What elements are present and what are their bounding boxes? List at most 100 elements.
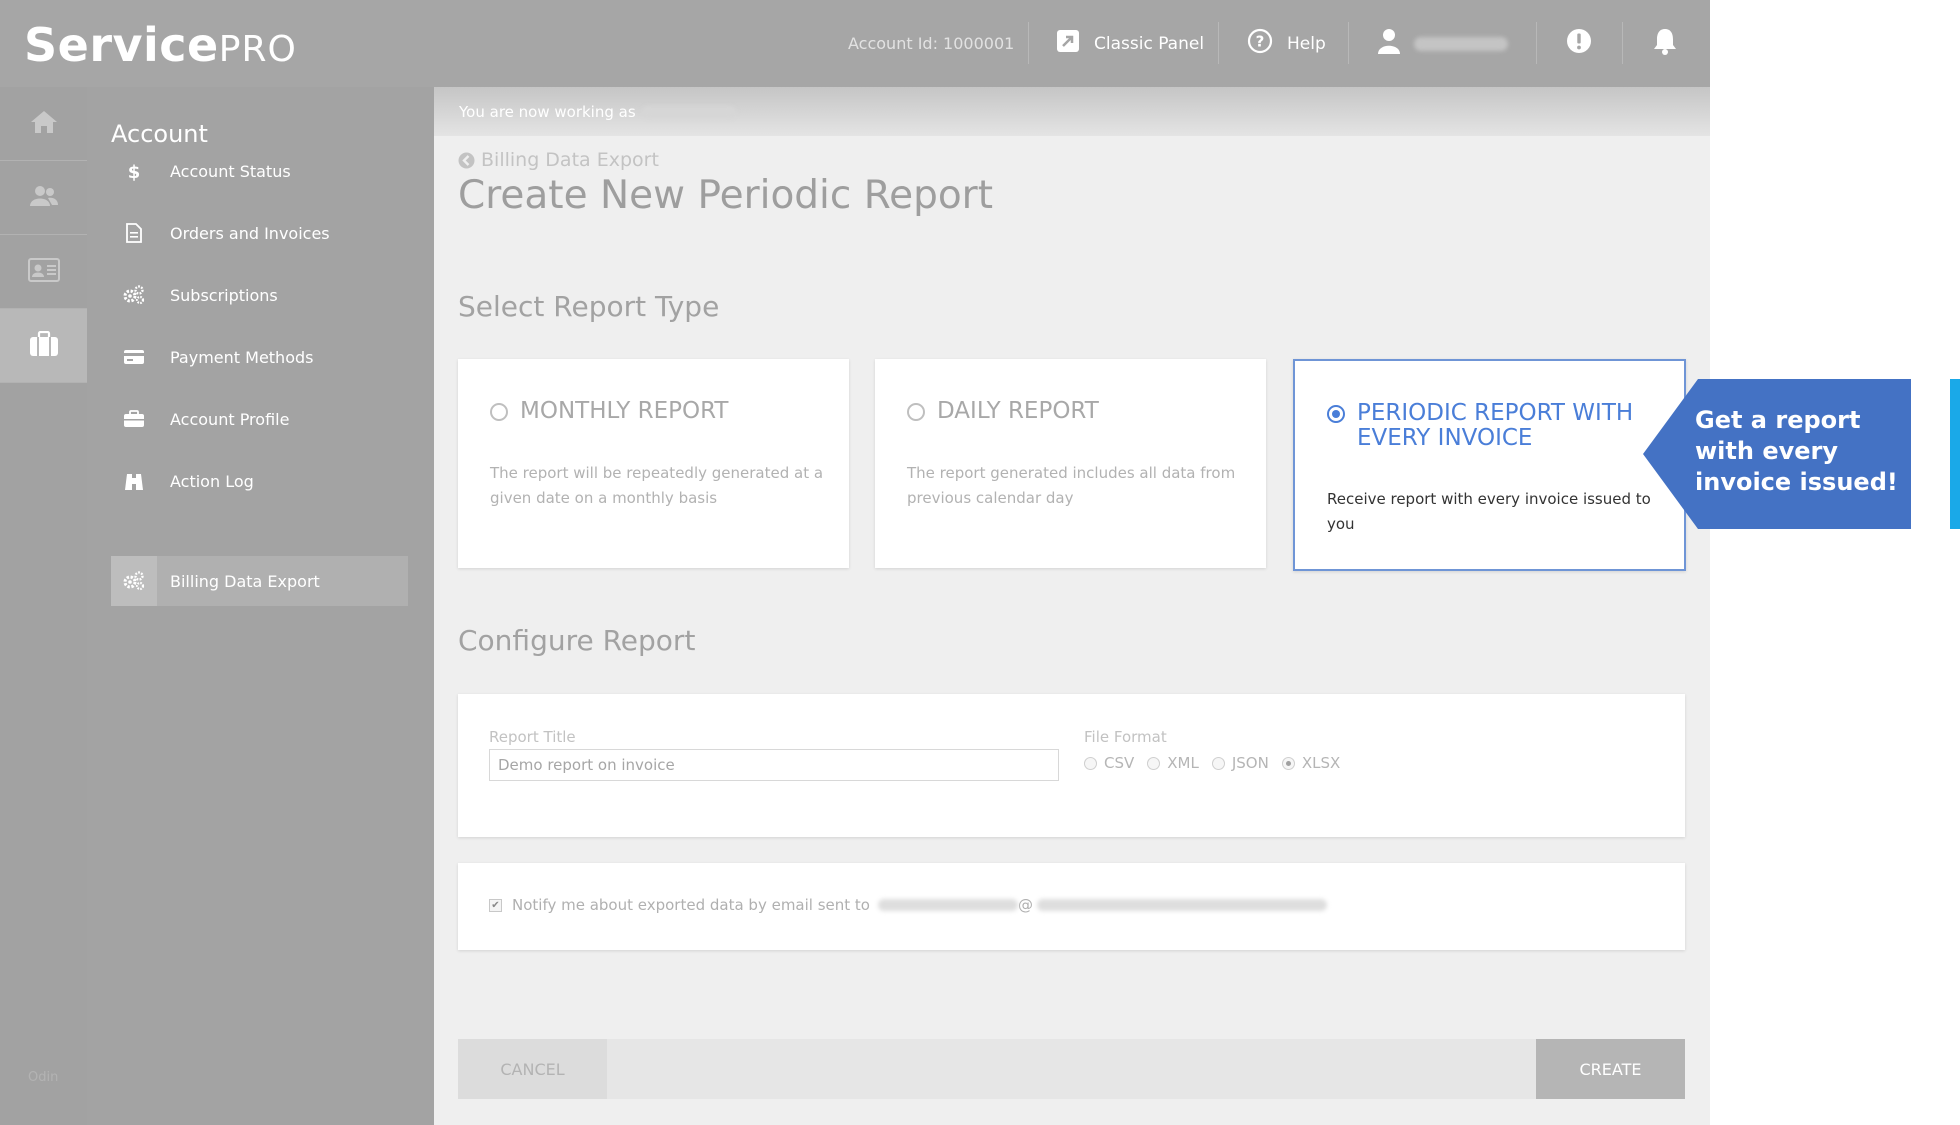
section-title-configure: Configure Report (458, 624, 696, 657)
sidebar-item-label: Account Profile (170, 409, 290, 429)
notify-label: Notify me about exported data by email s… (512, 896, 870, 914)
divider (1218, 22, 1219, 64)
svg-text:$: $ (128, 162, 141, 181)
notify-checkbox[interactable]: ✔ (489, 898, 502, 912)
file-format-label: File Format (1084, 728, 1167, 746)
icon-rail: Odin (0, 87, 87, 1125)
report-title-label: Report Title (489, 728, 576, 746)
rail-users[interactable] (0, 161, 87, 235)
notify-email-option[interactable]: ✔ Notify me about exported data by email… (489, 896, 1327, 914)
file-format-csv[interactable]: CSV (1084, 754, 1134, 772)
gears-icon (111, 270, 157, 320)
briefcase-icon (29, 330, 59, 361)
contact-card-icon (27, 257, 60, 286)
report-type-daily[interactable]: DAILY REPORT The report generated includ… (875, 359, 1266, 568)
configure-report-box: Report Title File Format CSV XML JSON XL… (458, 694, 1685, 837)
bell-icon (1652, 27, 1678, 60)
working-as-name-redacted (641, 105, 736, 118)
sidebar-item-payment-methods[interactable]: Payment Methods (111, 332, 408, 382)
section-title-report-type: Select Report Type (458, 290, 720, 323)
vendor-logo: Odin (28, 1070, 59, 1085)
gears-icon (111, 556, 157, 606)
sidebar-item-label: Billing Data Export (170, 571, 320, 591)
user-name-redacted (1414, 36, 1508, 51)
classic-panel-link[interactable]: Classic Panel (1056, 0, 1204, 87)
sidebar-item-label: Account Status (170, 161, 291, 181)
format-label: XML (1167, 754, 1199, 772)
breadcrumb[interactable]: Billing Data Export (458, 149, 659, 171)
rail-account[interactable] (0, 309, 87, 383)
cancel-button[interactable]: CANCEL (458, 1039, 607, 1099)
report-type-monthly[interactable]: MONTHLY REPORT The report will be repeat… (458, 359, 849, 568)
format-radio[interactable] (1211, 756, 1225, 770)
sidebar-item-action-log[interactable]: Action Log (111, 456, 408, 506)
report-type-radio-selected[interactable] (1327, 405, 1345, 423)
page-title: Create New Periodic Report (458, 173, 994, 218)
logo[interactable]: ServicePRO (24, 18, 297, 72)
breadcrumb-label: Billing Data Export (481, 149, 659, 171)
sidebar-title: Account (111, 120, 208, 148)
email-at-sign: @ (1018, 896, 1033, 914)
email-domain-redacted (1037, 899, 1327, 911)
file-format-xlsx[interactable]: XLSX (1281, 754, 1341, 772)
report-type-radio[interactable] (907, 403, 925, 421)
format-label: XLSX (1301, 754, 1341, 772)
format-label: JSON (1231, 754, 1269, 772)
logo-main: Service (24, 18, 219, 72)
email-user-redacted (878, 899, 1018, 911)
divider (1536, 22, 1537, 64)
sidebar-item-subscriptions[interactable]: Subscriptions (111, 270, 408, 320)
sidebar-item-account-status[interactable]: $ Account Status (111, 146, 408, 196)
dollar-icon: $ (111, 146, 157, 196)
classic-panel-label: Classic Panel (1094, 33, 1205, 54)
main-content: You are now working as Billing Data Expo… (434, 87, 1710, 1125)
report-type-title: PERIODIC REPORT WITH EVERY INVOICE (1357, 400, 1634, 451)
divider (1622, 22, 1623, 64)
accent-bar (1950, 379, 1960, 529)
sidebar-item-label: Subscriptions (170, 285, 278, 305)
report-type-description: The report will be repeatedly generated … (490, 464, 824, 507)
app-window: ServicePRO Account Id: 1000001 Classic P… (0, 0, 1710, 1125)
format-label: CSV (1104, 754, 1135, 772)
file-format-xml[interactable]: XML (1147, 754, 1199, 772)
users-icon (29, 184, 59, 212)
report-type-periodic-invoice[interactable]: PERIODIC REPORT WITH EVERY INVOICE Recei… (1293, 359, 1686, 571)
top-bar: ServicePRO Account Id: 1000001 Classic P… (0, 0, 1710, 87)
sidebar-item-label: Orders and Invoices (170, 223, 330, 243)
report-type-radio[interactable] (490, 403, 508, 421)
report-title-input[interactable] (489, 749, 1059, 781)
svg-text:?: ? (1256, 33, 1265, 51)
divider (1028, 22, 1029, 64)
user-icon (1378, 28, 1400, 59)
help-label: Help (1287, 33, 1326, 54)
working-as-banner: You are now working as (434, 87, 1710, 136)
back-arrow-icon (458, 152, 475, 168)
report-type-title: MONTHLY REPORT (520, 398, 729, 424)
callout-text: Get a report with every invoice issued! (1695, 406, 1898, 496)
help-circle-icon: ? (1247, 28, 1273, 59)
sidebar-item-orders-invoices[interactable]: Orders and Invoices (111, 208, 408, 258)
rail-home[interactable] (0, 87, 87, 161)
create-button[interactable]: CREATE (1536, 1039, 1685, 1099)
home-icon (30, 110, 58, 138)
format-radio[interactable] (1084, 756, 1097, 770)
notifications-button[interactable] (1652, 0, 1678, 87)
rail-contacts[interactable] (0, 235, 87, 309)
format-radio-selected[interactable] (1281, 756, 1295, 770)
format-radio[interactable] (1147, 756, 1161, 770)
sidebar-item-billing-data-export[interactable]: Billing Data Export (111, 556, 408, 606)
report-type-description: Receive report with every invoice issued… (1327, 490, 1651, 533)
sidebar-item-label: Action Log (170, 471, 254, 491)
user-menu[interactable] (1378, 0, 1508, 87)
external-link-icon (1056, 29, 1080, 58)
report-type-title: DAILY REPORT (937, 398, 1099, 424)
report-type-description: The report generated includes all data f… (907, 464, 1236, 507)
action-bar: CANCEL CREATE (458, 1039, 1685, 1099)
help-link[interactable]: ? Help (1247, 0, 1326, 87)
credit-card-icon (111, 332, 157, 382)
alerts-button[interactable] (1566, 0, 1592, 87)
file-format-options: CSV XML JSON XLSX (1084, 754, 1353, 772)
file-format-json[interactable]: JSON (1211, 754, 1269, 772)
document-icon (111, 208, 157, 258)
sidebar-item-account-profile[interactable]: Account Profile (111, 394, 408, 444)
